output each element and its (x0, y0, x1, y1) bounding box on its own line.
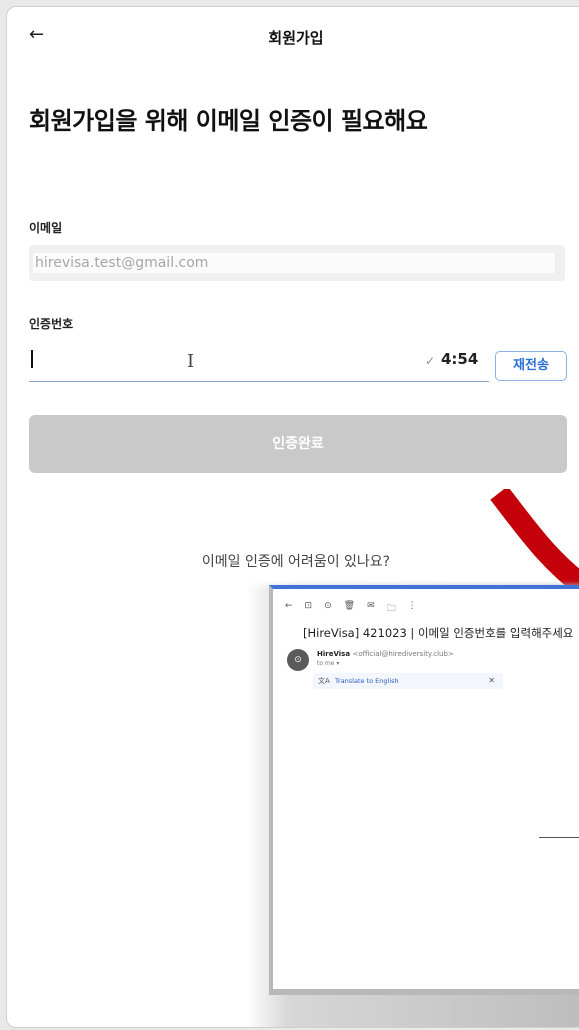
check-icon: ✓ (425, 354, 436, 368)
top-bar: ← 회원가입 (7, 7, 579, 63)
translate-bar: 文A Translate to English ✕ (313, 673, 503, 689)
verification-code-label: 인증번호 (29, 317, 74, 331)
verify-complete-button[interactable]: 인증완료 (29, 415, 567, 473)
sender-name: HireVisa <official@hirediversity.club> (317, 650, 454, 658)
mail-divider (539, 837, 579, 838)
trash-icon: 🗑 (343, 601, 356, 611)
sender-avatar: ⊙ (287, 649, 309, 671)
mail-back-icon: ← (285, 601, 293, 611)
more-icon: ⋮ (407, 601, 417, 611)
translate-icon: 文A (318, 677, 330, 685)
report-icon: ⊙ (324, 601, 332, 611)
email-field: hirevisa.test@gmail.com (29, 245, 565, 281)
email-label: 이메일 (29, 221, 63, 235)
close-icon: ✕ (488, 676, 495, 685)
page-title: 회원가입을 위해 이메일 인증이 필요해요 (29, 107, 428, 135)
mark-unread-icon: ✉ (367, 601, 375, 611)
red-arrow-icon (490, 489, 579, 597)
screen-title: 회원가입 (268, 29, 324, 47)
email-value: hirevisa.test@gmail.com (33, 253, 555, 273)
resend-button[interactable]: 재전송 (495, 351, 567, 381)
signup-screen: ← 회원가입 회원가입을 위해 이메일 인증이 필요해요 이메일 hirevis… (6, 6, 579, 1028)
move-folder-icon: 🗀 (386, 604, 396, 614)
sender-address: <official@hirediversity.club> (352, 650, 454, 658)
verification-code-input[interactable]: I ✓ 4:54 (29, 344, 489, 382)
mail-subject: [HireVisa] 421023 | 이메일 인증번호를 입력해주세요 (303, 626, 574, 640)
text-cursor-icon: I (187, 351, 195, 372)
email-preview-screenshot: ← ⊡ ⊙ 🗑 ✉ 🗀 ⋮ [HireVisa] 421023 | 이메일 인증… (269, 585, 579, 995)
sender-name-text: HireVisa (317, 650, 351, 658)
mail-toolbar: ← ⊡ ⊙ 🗑 ✉ 🗀 ⋮ (285, 601, 417, 617)
countdown-timer: 4:54 (441, 350, 479, 368)
text-caret (31, 350, 33, 368)
recipient-line: to me ▾ (317, 660, 340, 667)
translate-link: Translate to English (335, 677, 399, 685)
archive-icon: ⊡ (304, 601, 313, 611)
